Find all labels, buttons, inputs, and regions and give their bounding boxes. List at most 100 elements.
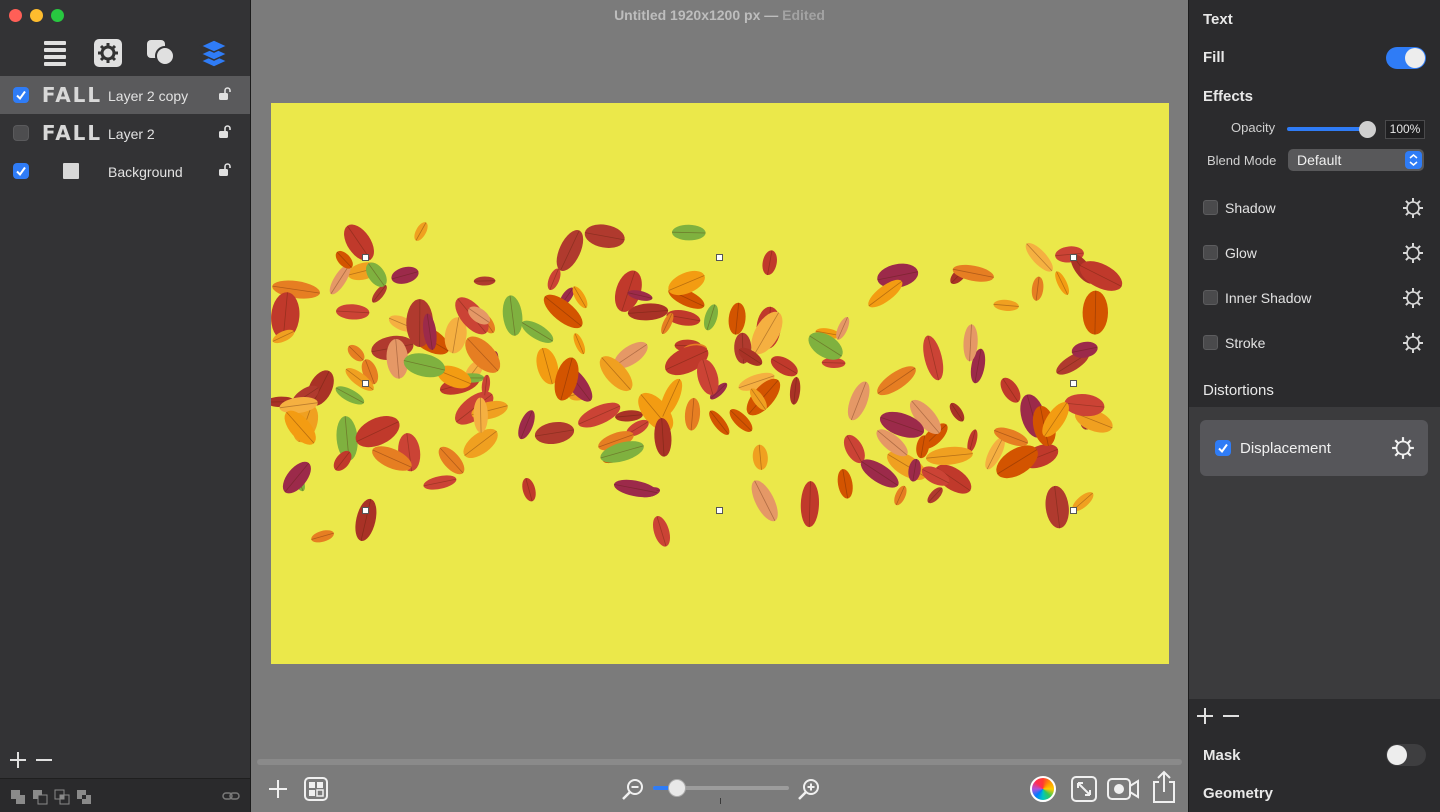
inner-shadow-checkbox[interactable] bbox=[1203, 290, 1218, 305]
displacement-checkbox[interactable] bbox=[1215, 440, 1231, 456]
horizontal-scrollbar[interactable] bbox=[257, 759, 1182, 765]
selection-handle-left[interactable] bbox=[362, 380, 369, 387]
color-picker-icon[interactable] bbox=[1030, 776, 1056, 802]
layer-row-background[interactable]: Background bbox=[0, 152, 250, 190]
falling-leaves-artwork bbox=[271, 222, 1123, 547]
layer-name: Layer 2 copy bbox=[108, 88, 189, 104]
displacement-label: Displacement bbox=[1240, 440, 1331, 457]
distortions-list: Displacement bbox=[1189, 407, 1440, 699]
mask-label: Mask bbox=[1203, 747, 1241, 764]
layer-list: FALL Layer 2 copy FALL Layer 2 Backgroun… bbox=[0, 76, 250, 190]
shadow-label: Shadow bbox=[1225, 200, 1276, 216]
remove-layer-icon[interactable] bbox=[34, 750, 54, 775]
document-title: Untitled 1920x1200 px bbox=[614, 7, 761, 23]
layer-row-layer-2-copy[interactable]: FALL Layer 2 copy bbox=[0, 76, 250, 114]
zoom-window-button[interactable] bbox=[51, 9, 64, 22]
stroke-label: Stroke bbox=[1225, 335, 1266, 351]
layer-row-layer-2[interactable]: FALL Layer 2 bbox=[0, 114, 250, 152]
layer-visibility-checkbox[interactable] bbox=[13, 125, 29, 141]
document-area: Untitled 1920x1200 px — Edited bbox=[251, 0, 1188, 812]
minimize-window-button[interactable] bbox=[30, 9, 43, 22]
canvas-toolbar bbox=[251, 766, 1188, 812]
link-icon[interactable] bbox=[222, 789, 240, 807]
shapes-icon[interactable] bbox=[134, 36, 187, 70]
distortion-actions bbox=[1195, 706, 1241, 731]
add-distortion-icon[interactable] bbox=[1195, 706, 1215, 731]
zoom-slider-knob[interactable] bbox=[668, 779, 687, 797]
glow-settings-gear-icon[interactable] bbox=[1402, 242, 1424, 269]
layer-name: Background bbox=[108, 164, 183, 180]
selection-handle-top-left[interactable] bbox=[362, 254, 369, 261]
grid-view-icon[interactable] bbox=[304, 777, 328, 806]
share-icon[interactable] bbox=[1151, 770, 1177, 809]
zoom-out-icon[interactable] bbox=[621, 777, 645, 806]
leaf-vein bbox=[1026, 243, 1053, 272]
blend-mode-select[interactable]: Default bbox=[1288, 149, 1424, 171]
selection-handle-bottom[interactable] bbox=[716, 507, 723, 514]
layers-icon[interactable] bbox=[187, 36, 240, 70]
layer-name: Layer 2 bbox=[108, 126, 155, 142]
gear-icon[interactable] bbox=[81, 36, 134, 70]
selection-handle-top-right[interactable] bbox=[1070, 254, 1077, 261]
selection-handle-top[interactable] bbox=[716, 254, 723, 261]
layer-thumbnail: FALL bbox=[41, 83, 103, 107]
layer-visibility-checkbox[interactable] bbox=[13, 87, 29, 103]
inspector-panel: Text Fill Effects Opacity 100% Blend Mod… bbox=[1188, 0, 1440, 812]
subtract-icon[interactable] bbox=[32, 789, 48, 810]
inner-shadow-settings-gear-icon[interactable] bbox=[1402, 287, 1424, 314]
selection-handle-bottom-left[interactable] bbox=[362, 507, 369, 514]
unlock-icon[interactable] bbox=[218, 87, 232, 106]
canvas[interactable] bbox=[271, 103, 1169, 664]
effects-section-header: Effects bbox=[1203, 88, 1254, 105]
effect-row-shadow: Shadow bbox=[1189, 192, 1440, 224]
exclude-icon[interactable] bbox=[76, 789, 92, 810]
glow-checkbox[interactable] bbox=[1203, 245, 1218, 260]
distortions-section-header: Distortions bbox=[1203, 382, 1274, 399]
list-icon[interactable] bbox=[28, 36, 81, 70]
fill-label: Fill bbox=[1203, 49, 1225, 66]
unlock-icon[interactable] bbox=[218, 163, 232, 182]
union-icon[interactable] bbox=[10, 789, 26, 810]
intersect-icon[interactable] bbox=[54, 789, 70, 810]
unlock-icon[interactable] bbox=[218, 125, 232, 144]
leaf-vein bbox=[473, 280, 496, 282]
effect-row-stroke: Stroke bbox=[1189, 327, 1440, 359]
effect-row-inner-shadow: Inner Shadow bbox=[1189, 282, 1440, 314]
close-window-button[interactable] bbox=[9, 9, 22, 22]
add-layer-icon[interactable] bbox=[8, 750, 28, 775]
video-camera-icon[interactable] bbox=[1107, 776, 1139, 807]
distortion-row-displacement[interactable]: Displacement bbox=[1200, 420, 1428, 476]
sidebar-toolbar bbox=[28, 36, 240, 70]
opacity-slider[interactable] bbox=[1287, 127, 1367, 131]
layer-actions bbox=[0, 748, 250, 778]
glow-label: Glow bbox=[1225, 245, 1257, 261]
opacity-value-field[interactable]: 100% bbox=[1385, 120, 1425, 139]
zoom-slider[interactable] bbox=[653, 779, 789, 797]
fit-to-window-icon[interactable] bbox=[1071, 776, 1097, 807]
selection-handle-bottom-right[interactable] bbox=[1070, 507, 1077, 514]
shadow-settings-gear-icon[interactable] bbox=[1402, 197, 1424, 224]
layers-sidebar: FALL Layer 2 copy FALL Layer 2 Backgroun… bbox=[0, 0, 251, 812]
stroke-checkbox[interactable] bbox=[1203, 335, 1218, 350]
blend-mode-value: Default bbox=[1297, 152, 1342, 168]
mask-toggle[interactable] bbox=[1386, 744, 1426, 766]
selection-handle-right[interactable] bbox=[1070, 380, 1077, 387]
geometry-section-header[interactable]: Geometry bbox=[1203, 785, 1273, 802]
window-title: Untitled 1920x1200 px — Edited bbox=[251, 7, 1188, 23]
zoom-tick-mark bbox=[720, 798, 721, 804]
edited-status: Edited bbox=[782, 7, 825, 23]
layer-thumbnail: FALL bbox=[41, 121, 103, 145]
layer-visibility-checkbox[interactable] bbox=[13, 163, 29, 179]
text-section-header[interactable]: Text bbox=[1203, 11, 1233, 28]
effect-row-glow: Glow bbox=[1189, 237, 1440, 269]
fill-toggle[interactable] bbox=[1386, 47, 1426, 69]
shadow-checkbox[interactable] bbox=[1203, 200, 1218, 215]
add-icon[interactable] bbox=[267, 778, 289, 805]
remove-distortion-icon[interactable] bbox=[1221, 706, 1241, 731]
opacity-slider-knob[interactable] bbox=[1359, 121, 1376, 138]
zoom-in-icon[interactable] bbox=[797, 777, 821, 806]
displacement-settings-gear-icon[interactable] bbox=[1391, 436, 1415, 465]
opacity-label: Opacity bbox=[1231, 120, 1276, 135]
chevron-updown-icon bbox=[1405, 151, 1422, 169]
stroke-settings-gear-icon[interactable] bbox=[1402, 332, 1424, 359]
